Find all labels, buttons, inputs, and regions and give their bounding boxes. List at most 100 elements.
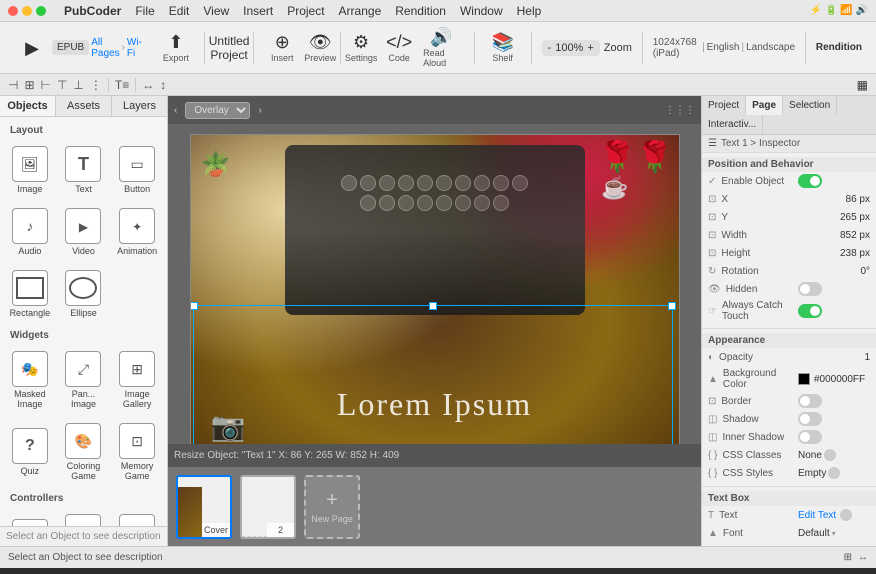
settings-button[interactable]: ⚙ Settings <box>343 26 379 70</box>
width-value[interactable]: 852 px <box>798 230 870 241</box>
minimize-button[interactable] <box>22 6 32 16</box>
align-center-icon[interactable]: ⊞ <box>24 78 34 92</box>
distribute-h-icon[interactable]: ⊥ <box>73 78 83 92</box>
widget-coloring-game[interactable]: Coloring Game <box>58 417 110 487</box>
hidden-toggle[interactable] <box>798 282 822 296</box>
bg-color-value[interactable]: #000000FF <box>798 373 865 385</box>
align-left-icon[interactable]: ⊣ <box>8 78 18 92</box>
css-styles-label: { } CSS Styles <box>708 468 798 479</box>
border-toggle[interactable] <box>798 394 822 408</box>
right-panel-tabs: Project Page Selection Interactiv... <box>702 96 876 135</box>
export-icon: ⬆ <box>168 33 183 51</box>
menu-arrange[interactable]: Arrange <box>339 4 382 18</box>
widget-video[interactable]: Video <box>58 202 110 262</box>
tab-objects[interactable]: Objects <box>0 96 56 116</box>
maximize-button[interactable] <box>36 6 46 16</box>
shelf-button[interactable]: 📚 Shelf <box>485 26 521 70</box>
css-classes-text[interactable]: None <box>798 450 822 461</box>
menu-view[interactable]: View <box>203 4 229 18</box>
overlay-right-arrow[interactable]: › <box>258 105 261 116</box>
code-button[interactable]: </> Code <box>381 26 417 70</box>
text-dot[interactable] <box>840 509 852 521</box>
shadow-toggle[interactable] <box>798 412 822 426</box>
enable-object-toggle[interactable] <box>798 174 822 188</box>
font-select[interactable]: Default ▾ <box>798 528 836 539</box>
layout-section-header: Layout <box>4 121 163 138</box>
overlay-left-arrow[interactable]: ‹ <box>174 105 177 116</box>
tab-interactivity[interactable]: Interactiv... <box>702 115 763 134</box>
read-aloud-button[interactable]: 🔊 Read Aloud <box>419 26 464 70</box>
insert-button[interactable]: ⊕ Insert <box>264 26 300 70</box>
height-value[interactable]: 238 px <box>798 248 870 259</box>
edit-text-btn[interactable]: Edit Text <box>798 510 836 521</box>
widget-action-list[interactable]: Action List <box>4 508 56 526</box>
inner-shadow-toggle[interactable] <box>798 430 822 444</box>
y-value[interactable]: 265 px <box>798 212 870 223</box>
tab-page[interactable]: Page <box>746 96 783 115</box>
distribute-v-icon[interactable]: ⋮ <box>90 78 102 92</box>
widget-animation[interactable]: Animation <box>111 202 163 262</box>
qr-btn[interactable]: ▦ <box>857 78 868 92</box>
menu-rendition[interactable]: Rendition <box>395 4 446 18</box>
always-catch-touch-toggle[interactable] <box>798 304 822 318</box>
rotation-value[interactable]: 0° <box>798 266 870 277</box>
tab-selection[interactable]: Selection <box>783 96 837 115</box>
widget-smart-object[interactable]: Smart Object <box>111 508 163 526</box>
all-pages-breadcrumb[interactable]: All Pages <box>91 37 119 59</box>
key <box>455 175 471 191</box>
zoom-control[interactable]: - 100% + <box>542 40 600 56</box>
tab-layers[interactable]: Layers <box>112 96 167 116</box>
epub-badge[interactable]: EPUB <box>52 40 89 55</box>
text-align-icon[interactable]: T≡ <box>115 78 129 92</box>
play-button[interactable]: ▶ <box>14 26 50 70</box>
size-value[interactable]: 70px <box>798 546 870 547</box>
tab-project[interactable]: Project <box>702 96 746 115</box>
widget-audio[interactable]: Audio <box>4 202 56 262</box>
opacity-value[interactable]: 1 <box>798 352 870 363</box>
widget-pan-image[interactable]: Pan... Image <box>58 345 110 415</box>
widget-interactive-area[interactable]: Interactive Area <box>58 508 110 526</box>
menu-window[interactable]: Window <box>460 4 503 18</box>
css-classes-dot[interactable] <box>824 449 836 461</box>
flip-h-icon[interactable]: ↔ <box>142 78 154 92</box>
page-thumb-cover[interactable]: Cover <box>176 475 232 539</box>
css-styles-dot[interactable] <box>828 467 840 479</box>
widget-memory-game[interactable]: Memory Game <box>111 417 163 487</box>
export-button[interactable]: ⬆ Export <box>158 26 194 70</box>
widget-masked-image[interactable]: Masked Image <box>4 345 56 415</box>
menu-insert[interactable]: Insert <box>243 4 273 18</box>
zoom-down-icon[interactable]: - <box>548 42 552 54</box>
preview-button[interactable]: 👁 Preview <box>302 26 338 70</box>
flower-decoration: 🌹🌹 <box>599 140 674 175</box>
menu-help[interactable]: Help <box>517 4 542 18</box>
typewriter-body <box>285 145 585 315</box>
widget-image-gallery[interactable]: Image Gallery <box>111 345 163 415</box>
video-widget-icon <box>65 208 101 244</box>
x-value[interactable]: 86 px <box>798 194 870 205</box>
menu-project[interactable]: Project <box>287 4 324 18</box>
canvas-menu-icon[interactable]: ⋮⋮⋮ <box>665 105 695 116</box>
widget-quiz[interactable]: Quiz <box>4 417 56 487</box>
css-styles-text[interactable]: Empty <box>798 468 826 479</box>
menu-edit[interactable]: Edit <box>169 4 190 18</box>
widget-ellipse[interactable]: Ellipse <box>58 264 110 324</box>
widget-rectangle[interactable]: Rectangle <box>4 264 56 324</box>
flip-v-icon[interactable]: ↕ <box>160 78 166 92</box>
wifi-breadcrumb[interactable]: Wi-Fi <box>127 37 142 59</box>
widget-text[interactable]: Text <box>58 140 110 200</box>
overlay-selector[interactable]: Overlay <box>185 102 250 119</box>
add-page-button[interactable]: + New Page <box>304 475 360 539</box>
insert-icon: ⊕ <box>275 33 290 51</box>
page-thumb-2[interactable]: 2 <box>240 475 296 539</box>
canvas-frame[interactable]: 🌹🌹 🪴 📷 ☕ Lorem Ipsum <box>190 134 680 444</box>
align-top-icon[interactable]: ⊤ <box>57 78 67 92</box>
widget-image[interactable]: Image <box>4 140 56 200</box>
tab-assets[interactable]: Assets <box>56 96 112 116</box>
widget-button[interactable]: Button <box>111 140 163 200</box>
close-button[interactable] <box>8 6 18 16</box>
zoom-up-icon[interactable]: + <box>587 42 593 54</box>
menu-file[interactable]: File <box>135 4 154 18</box>
align-right-icon[interactable]: ⊢ <box>41 78 51 92</box>
position-behavior-title: Position and Behavior <box>702 157 876 172</box>
controllers-section-header: Controllers <box>4 489 163 506</box>
